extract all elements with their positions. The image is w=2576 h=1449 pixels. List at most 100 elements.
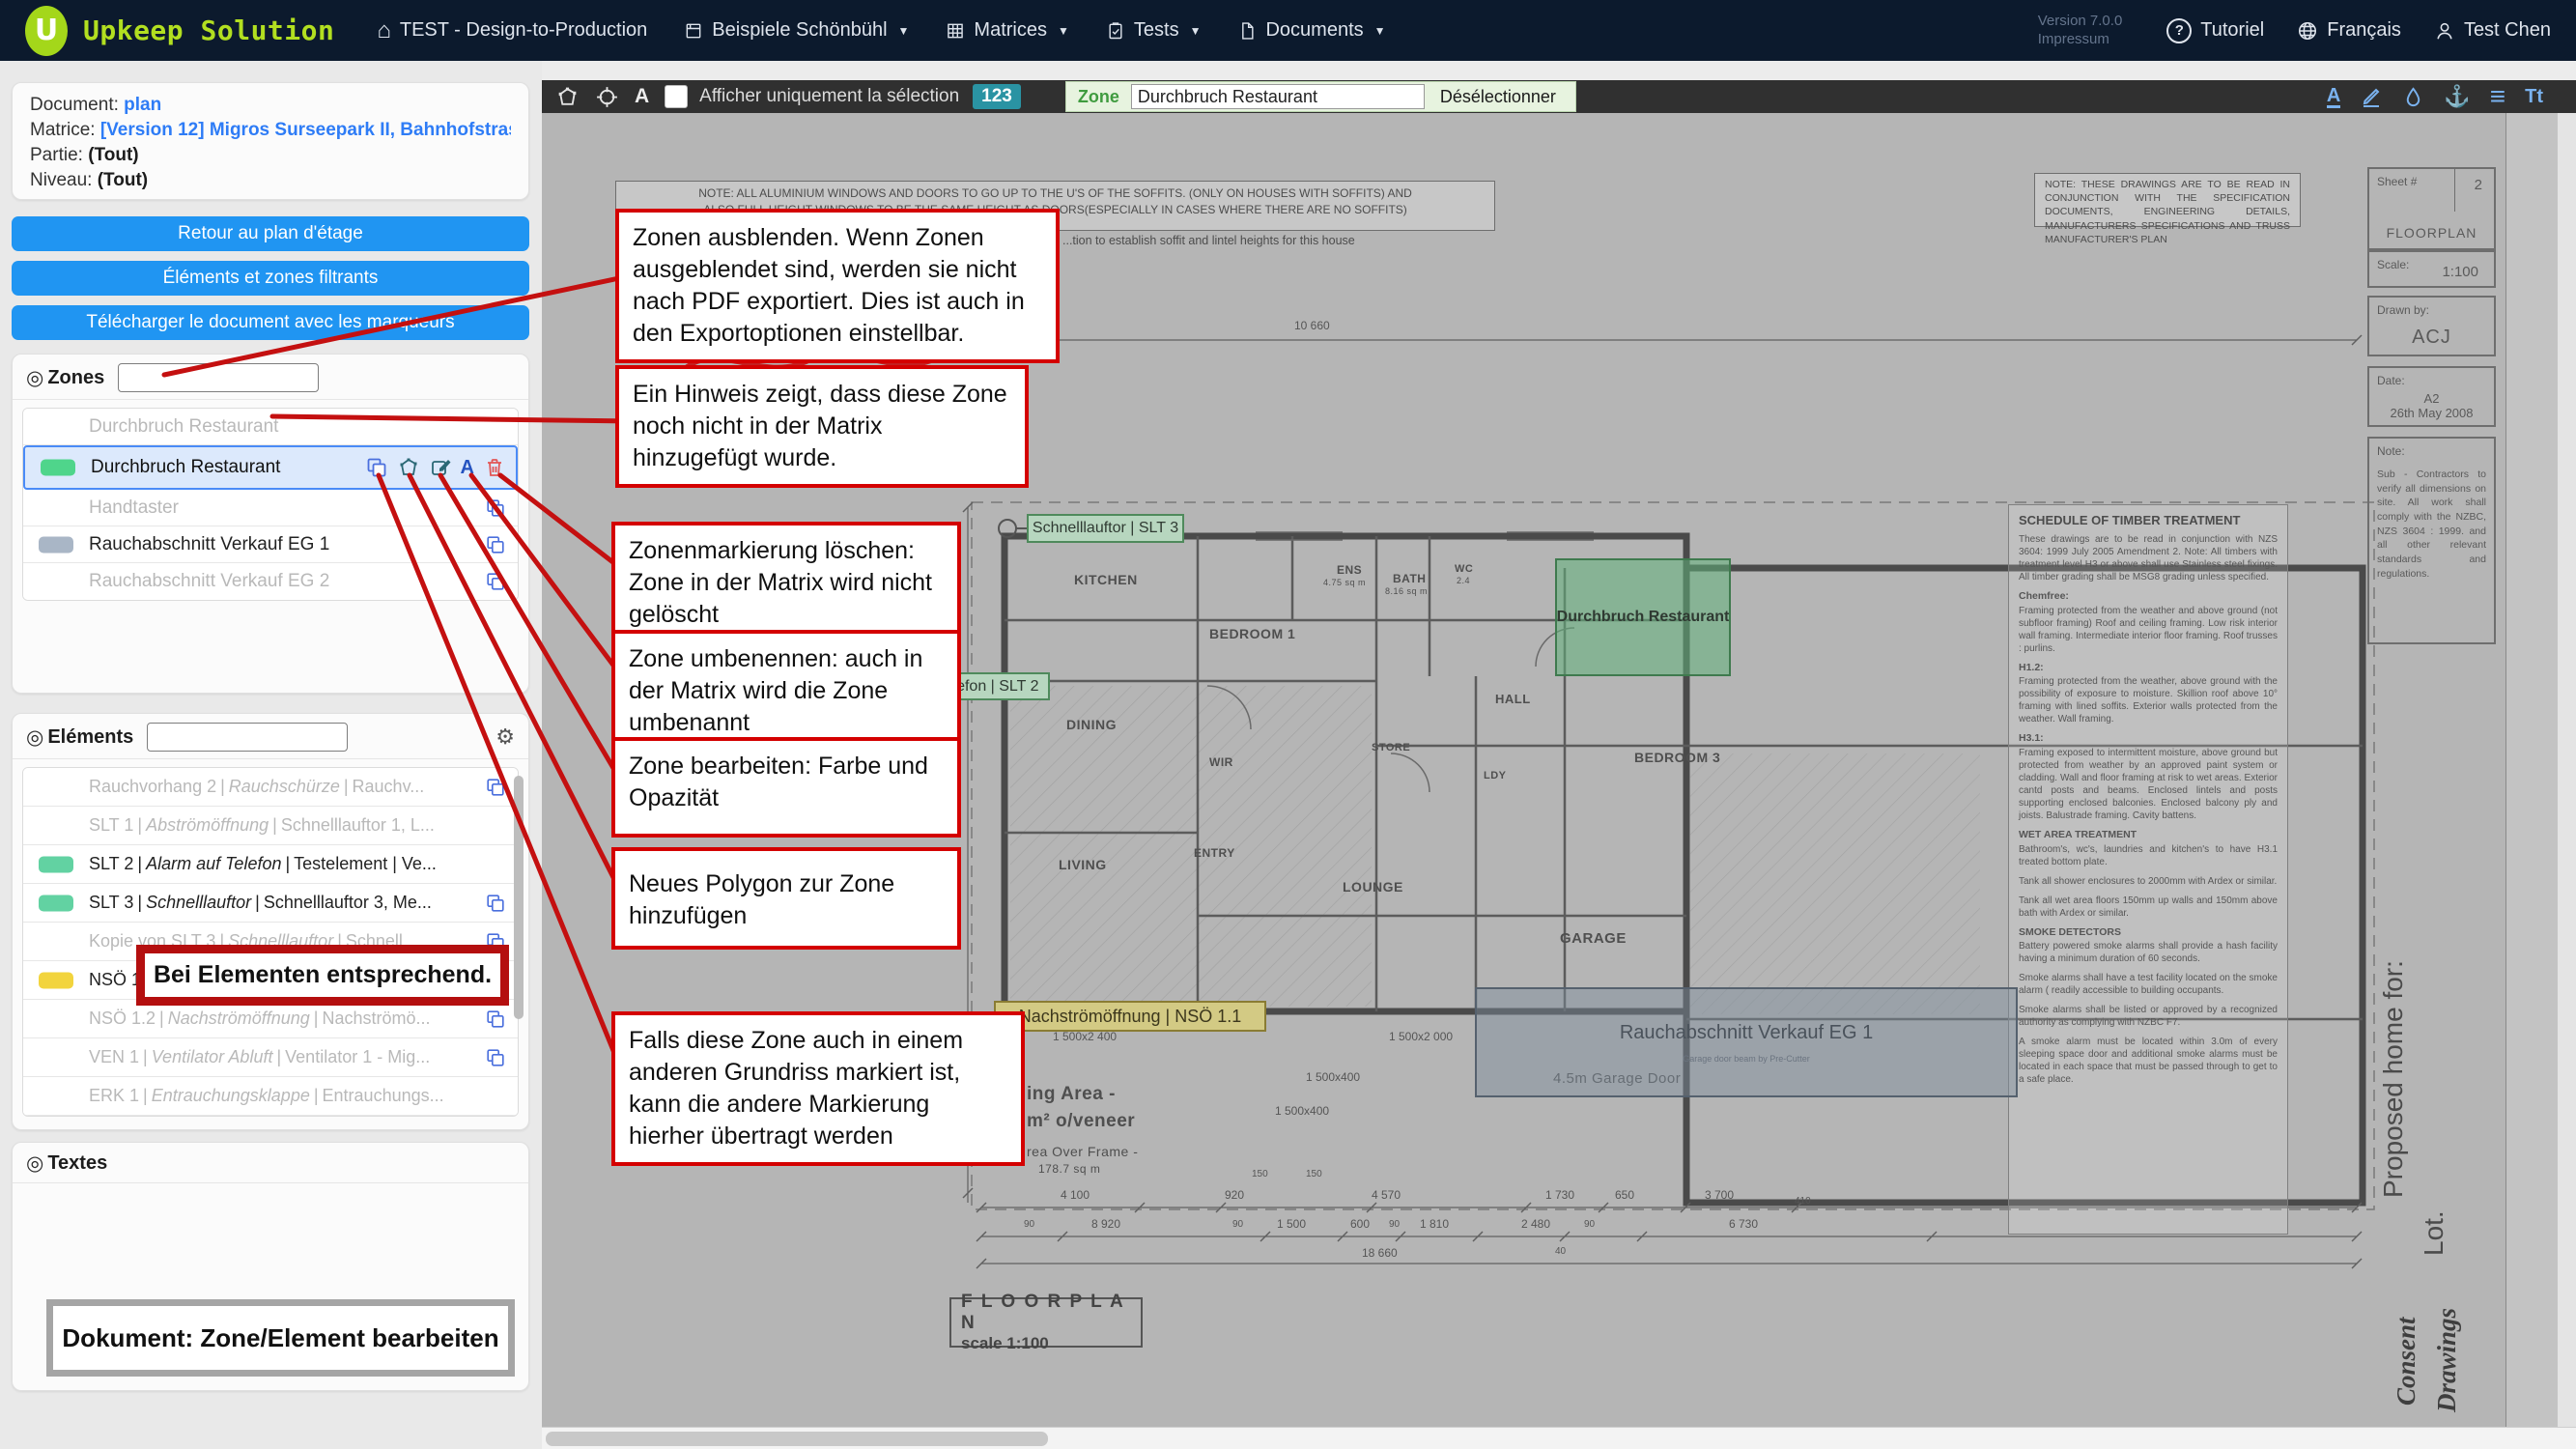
element-row[interactable]: SLT 1|Abströmöffnung|Schnelllauftor 1, L… xyxy=(23,807,518,845)
transfer-marking-icon[interactable] xyxy=(485,1047,506,1068)
home-icon: ⌂ xyxy=(377,17,391,44)
transfer-marking-icon[interactable] xyxy=(365,456,388,479)
nav-item-beispiele[interactable]: Beispiele Schönbühl▼ xyxy=(684,19,909,42)
titleblock-scale: Scale: 1:100 xyxy=(2367,250,2496,288)
room-label: ENS xyxy=(1337,563,1362,577)
area-text: rea Over Frame - xyxy=(1027,1144,1138,1159)
nav-item-home[interactable]: ⌂ TEST - Design-to-Production xyxy=(377,17,647,44)
filter-elements-zones-button[interactable]: Éléments et zones filtrants xyxy=(12,261,529,296)
transfer-marking-icon[interactable] xyxy=(485,777,506,798)
dim-label: 4 570 xyxy=(1372,1188,1401,1202)
dim-label: 40 xyxy=(1555,1246,1566,1257)
dim-label: 90 xyxy=(1389,1219,1400,1230)
droplet-icon[interactable] xyxy=(2402,86,2424,108)
horizontal-scrollbar-thumb[interactable] xyxy=(546,1432,1048,1446)
zones-visibility-icon[interactable]: ◎ xyxy=(26,366,43,390)
grid-icon xyxy=(946,21,965,41)
room-label: ENTRY xyxy=(1194,846,1235,860)
element-row[interactable]: SLT 2|Alarm auf Telefon|Testelement | Ve… xyxy=(23,845,518,884)
gear-icon[interactable]: ⚙ xyxy=(495,724,515,750)
dim-label: 4 100 xyxy=(1061,1188,1090,1202)
crosshair-icon[interactable] xyxy=(595,85,619,109)
element-color-swatch[interactable] xyxy=(39,972,73,988)
room-label: LOUNGE xyxy=(1343,879,1403,895)
zone-row-hint[interactable]: Durchbruch Restaurant xyxy=(23,409,518,445)
elements-search-input[interactable] xyxy=(147,723,348,752)
textes-visibility-icon[interactable]: ◎ xyxy=(26,1151,43,1176)
lesson-title-box: Dokument: Zone/Element bearbeiten xyxy=(46,1299,515,1377)
transfer-marking-icon[interactable] xyxy=(485,497,506,519)
transfer-marking-icon[interactable] xyxy=(485,1009,506,1030)
zone-row[interactable]: Rauchabschnitt Verkauf EG 2 xyxy=(23,563,518,600)
language-selector[interactable]: Français xyxy=(2297,19,2401,42)
dim-label: 920 xyxy=(1225,1188,1244,1202)
deselect-button[interactable]: Désélectionner xyxy=(1425,87,1571,107)
dim-label: 3 700 xyxy=(1705,1188,1734,1202)
elements-visibility-icon[interactable]: ◎ xyxy=(26,725,43,750)
element-row[interactable]: ERK 1|Entrauchungsklappe|Entrauchungs... xyxy=(23,1077,518,1116)
edit-zone-icon[interactable] xyxy=(429,456,452,479)
zone-row-selected[interactable]: Durchbruch Restaurant A xyxy=(23,445,518,490)
left-sidebar: Document: plan Matrice: [Version 12] Mig… xyxy=(0,61,542,1449)
rename-zone-icon[interactable]: A xyxy=(461,457,474,479)
text-size-icon[interactable]: Tt xyxy=(2525,86,2543,108)
titleblock-note: Note: Sub - Contractors to verify all di… xyxy=(2367,437,2496,644)
count-badge: 123 xyxy=(973,84,1021,109)
anchor-icon[interactable]: ⚓ xyxy=(2444,84,2470,109)
area-text: 178.7 sq m xyxy=(1038,1162,1100,1176)
show-selection-checkbox[interactable] xyxy=(665,85,688,108)
text-color-icon[interactable]: A xyxy=(2327,86,2340,108)
zone-row[interactable]: Handtaster xyxy=(23,490,518,526)
dim-label: 410 xyxy=(1795,1196,1811,1207)
matrix-link[interactable]: [Version 12] Migros Surseepark II, Bahnh… xyxy=(100,120,511,140)
element-color-swatch[interactable] xyxy=(39,895,73,911)
back-to-floorplan-button[interactable]: Retour au plan d'étage xyxy=(12,216,529,251)
delete-zone-icon[interactable] xyxy=(483,456,506,479)
proposed-home-text: Proposed home for: xyxy=(2378,960,2409,1198)
zone-color-swatch[interactable] xyxy=(41,460,75,476)
horizontal-scrollbar[interactable] xyxy=(542,1427,2576,1449)
room-label: STORE xyxy=(1372,742,1410,753)
download-document-button[interactable]: Télécharger le document avec les marqueu… xyxy=(12,305,529,340)
element-row[interactable]: SLT 3|Schnelllauftor|Schnelllauftor 3, M… xyxy=(23,884,518,923)
zone-name-input[interactable] xyxy=(1131,84,1425,109)
room-label: GARAGE xyxy=(1560,930,1627,947)
dim-label: 600 xyxy=(1350,1217,1370,1231)
zones-search-input[interactable] xyxy=(118,363,319,392)
elements-scrollbar[interactable] xyxy=(514,776,524,1019)
elements-panel: ◎ Eléments ⚙ Rauchvorhang 2|Rauchschürze… xyxy=(12,713,529,1130)
plan-marker-slt3[interactable]: Schnelllauftor | SLT 3 xyxy=(1027,514,1184,543)
callout-rename-zone: Zone umbenennen: auch in der Matrix wird… xyxy=(611,630,961,753)
zone-row[interactable]: Rauchabschnitt Verkauf EG 1 xyxy=(23,526,518,563)
element-row[interactable]: Rauchvorhang 2|Rauchschürze|Rauchv... xyxy=(23,768,518,807)
document-link[interactable]: plan xyxy=(124,95,161,115)
plan-marker-nso[interactable]: Nachströmöffnung | NSÖ 1.1 xyxy=(994,1001,1266,1032)
transfer-marking-icon[interactable] xyxy=(485,534,506,555)
lines-icon[interactable]: ≡ xyxy=(2490,81,2505,112)
transfer-marking-icon[interactable] xyxy=(485,893,506,914)
plan-zone-durchbruch-restaurant[interactable]: Durchbruch Restaurant xyxy=(1555,558,1731,676)
element-row[interactable]: NSÖ 1.2|Nachströmöffnung|Nachströmö... xyxy=(23,1000,518,1038)
element-color-swatch[interactable] xyxy=(39,856,73,872)
zone-chip-label: Zone xyxy=(1066,87,1131,107)
zone-color-swatch[interactable] xyxy=(39,536,73,553)
transfer-marking-icon[interactable] xyxy=(485,571,506,592)
room-label: LIVING xyxy=(1059,857,1107,872)
pencil-icon[interactable] xyxy=(2360,85,2383,108)
room-label: BEDROOM 1 xyxy=(1209,626,1295,641)
dim-label: 90 xyxy=(1024,1219,1034,1230)
app-logo[interactable]: U xyxy=(25,6,68,56)
nav-item-documents[interactable]: Documents▼ xyxy=(1237,19,1385,42)
plan-zone-rauchabschnitt[interactable]: Rauchabschnitt Verkauf EG 1 Garage door … xyxy=(1475,987,2018,1097)
text-tool-icon[interactable]: A xyxy=(635,85,649,108)
element-row[interactable]: VEN 1|Ventilator Abluft|Ventilator 1 - M… xyxy=(23,1038,518,1077)
tutorial-link[interactable]: ? Tutoriel xyxy=(2166,18,2264,43)
polygon-select-icon[interactable] xyxy=(555,85,580,109)
user-menu[interactable]: Test Chen xyxy=(2434,19,2551,42)
dim-label: 1 500 xyxy=(1277,1217,1306,1231)
add-polygon-icon[interactable] xyxy=(397,456,420,479)
nav-item-tests[interactable]: Tests▼ xyxy=(1106,19,1202,42)
area-text: m² o/veneer xyxy=(1027,1111,1135,1132)
question-icon: ? xyxy=(2166,18,2192,43)
nav-item-matrices[interactable]: Matrices▼ xyxy=(946,19,1068,42)
